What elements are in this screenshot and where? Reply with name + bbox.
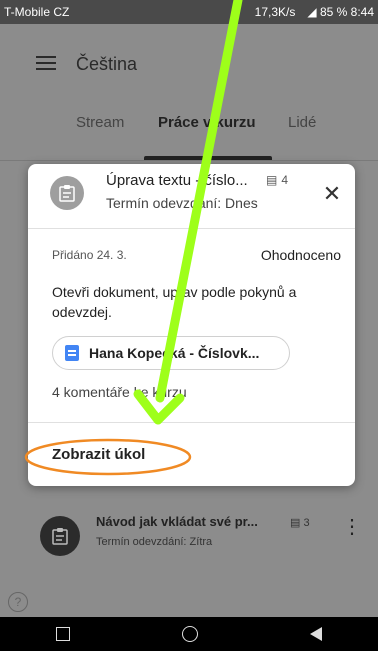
assignment-icon [40,516,80,556]
clock: 8:44 [350,5,374,19]
tab-coursework[interactable]: Práce v kurzu [158,114,256,131]
comment-count: ▤ 4 [266,173,288,187]
divider [0,160,378,161]
assignment-icon [50,176,84,210]
comment-count-value: 3 [303,517,310,529]
grade-status: Ohodnoceno [260,247,341,263]
comment-icon: ▤ [290,517,301,529]
home-icon[interactable] [182,626,198,642]
assignment-dialog: Úprava textu - číslo... ▤ 4 Termín odevz… [28,164,355,486]
view-assignment-button[interactable]: Zobrazit úkol [28,424,355,486]
app-bar: Čeština [0,24,378,92]
class-comments-link[interactable]: 4 komentáře ke kurzu [52,384,187,400]
battery-label: 85 % [319,5,348,19]
carrier-label: T-Mobile CZ [4,5,70,19]
help-icon[interactable]: ? [8,592,28,612]
dialog-header: Úprava textu - číslo... ▤ 4 Termín odevz… [28,164,355,228]
view-assignment-label: Zobrazit úkol [52,446,146,463]
instructions: Otevři dokument, uprav podle pokynů a od… [52,284,297,320]
list-item-title: Návod jak vkládat své pr... [96,514,258,529]
tab-people[interactable]: Lidé [288,114,316,131]
page-title: Čeština [76,54,138,74]
menu-icon[interactable] [36,56,56,70]
close-icon[interactable]: ✕ [320,181,344,206]
dialog-title: Úprava textu - číslo... [106,172,248,189]
attachment-label: Hana Kopecká - Číslovk... [89,345,260,361]
list-item[interactable]: Návod jak vkládat své pr... ▤ 3 ⋮ Termín… [40,508,362,572]
back-icon[interactable] [310,627,322,641]
comment-icon: ▤ [266,173,278,187]
recents-icon[interactable] [56,627,70,641]
more-icon[interactable]: ⋮ [342,514,362,539]
system-nav-bar [0,617,378,651]
status-bar: T-Mobile CZ 17,3K/s ◢ 85 % 8:44 [0,0,378,24]
signal-icon: ◢ [307,5,317,19]
dialog-due: Termín odevzdání: Dnes [106,195,258,211]
comment-count: ▤ 3 [290,516,310,529]
comment-count-value: 4 [281,173,289,187]
network-speed: 17,3K/s [254,5,296,19]
divider [28,228,355,229]
tab-stream[interactable]: Stream [76,114,124,131]
status-right: ◢ 85 % 8:44 [307,5,374,19]
divider [28,422,355,423]
document-icon [65,345,79,361]
attachment-chip[interactable]: Hana Kopecká - Číslovk... [52,336,290,370]
list-item-due: Termín odevzdání: Zítra [96,536,213,548]
added-date: Přidáno 24. 3. [52,248,127,262]
tab-bar: Stream Práce v kurzu Lidé [0,114,378,158]
